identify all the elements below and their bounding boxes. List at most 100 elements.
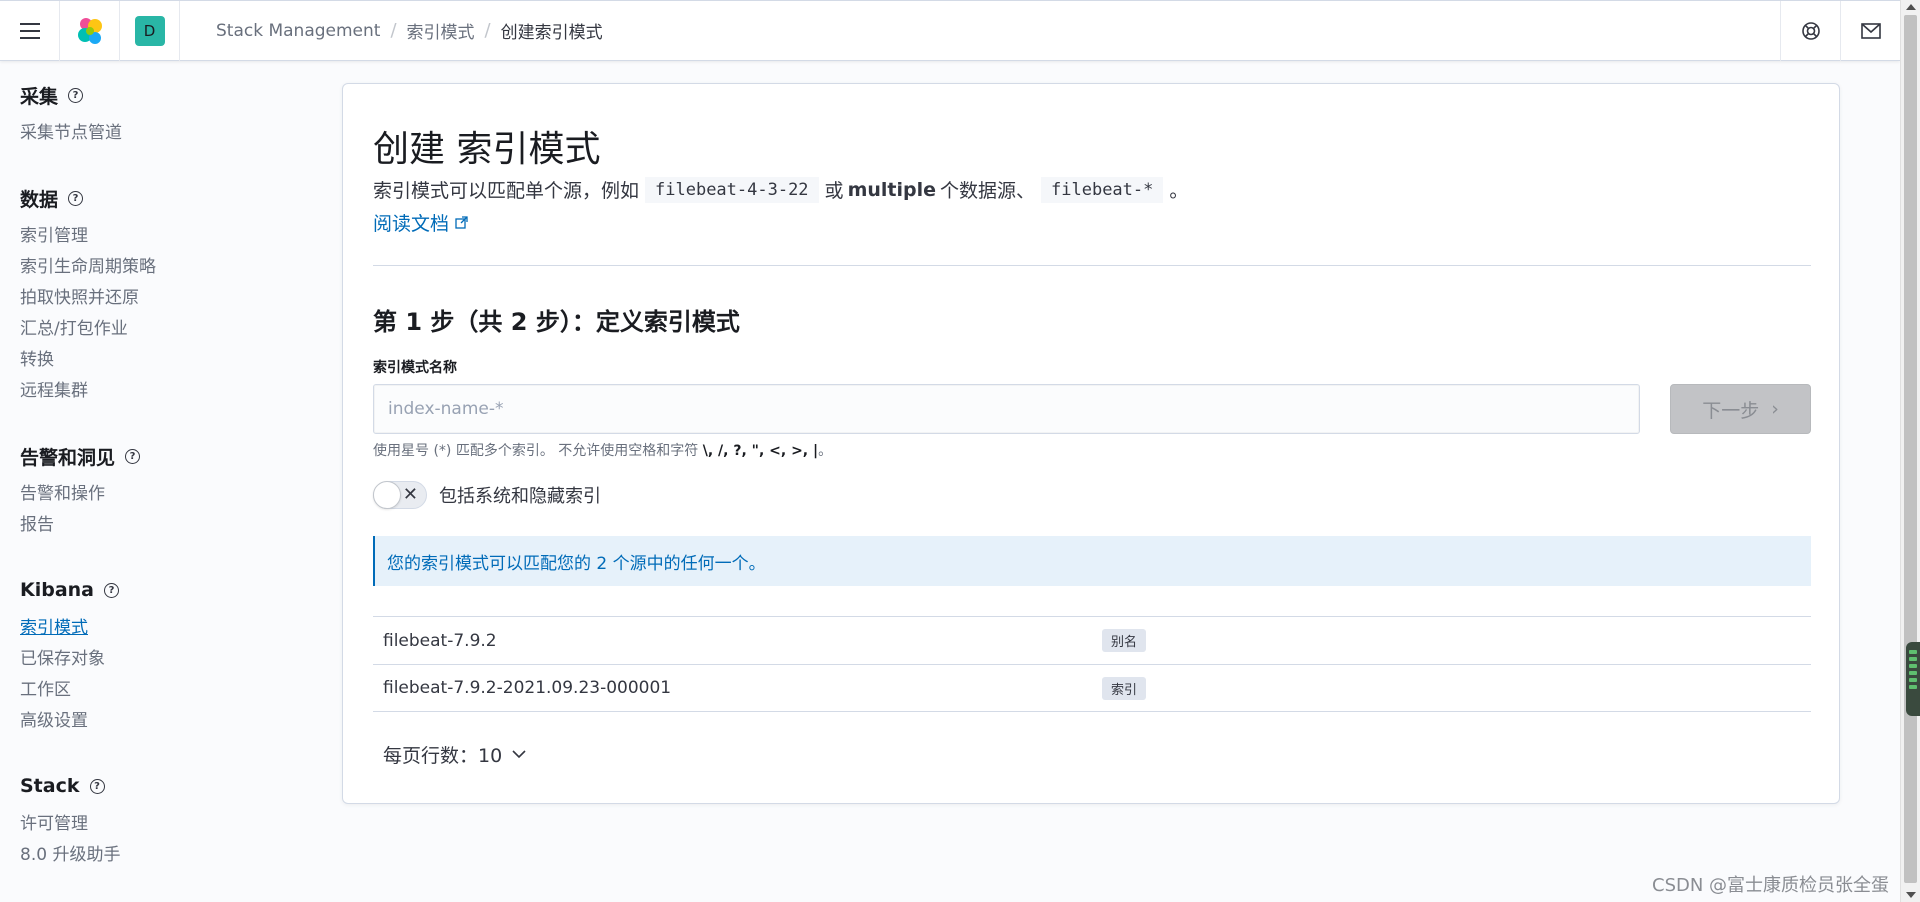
sidebar-item-upgrade-assistant[interactable]: 8.0 升级助手 [20,840,320,871]
include-hidden-toggle[interactable]: ✕ [373,481,427,509]
description-text: 或 [824,180,844,202]
sidebar-item-index-patterns[interactable]: 索引模式 [20,613,320,644]
side-status-widget[interactable] [1906,642,1920,716]
description-text: 个数据源、 [940,180,1036,202]
nav-group-alerts-insights: 告警和洞见? 告警和操作 报告 [20,441,320,541]
top-header: D Stack Management / 索引模式 / 创建索引模式 [0,0,1900,61]
external-link-icon [455,216,468,229]
include-hidden-toggle-row: ✕ 包括系统和隐藏索引 [373,481,601,509]
help-lifebuoy-icon [1801,22,1820,40]
sidebar-item-advanced-settings[interactable]: 高级设置 [20,706,320,737]
mail-icon [1860,23,1881,39]
space-avatar: D [134,15,165,46]
sidebar-item-remote-clusters[interactable]: 远程集群 [20,376,320,407]
sources-table: filebeat-7.9.2 别名 filebeat-7.9.2-2021.09… [373,616,1811,712]
nav-group-title: 采集 [20,85,59,108]
nav-group-title: 数据 [20,188,59,211]
nav-group-title: 告警和洞见 [20,446,116,469]
sidebar-item-ilm-policies[interactable]: 索引生命周期策略 [20,252,320,283]
table-row: filebeat-7.9.2 别名 [373,616,1811,664]
sidebar-item-index-management[interactable]: 索引管理 [20,221,320,252]
help-text-forbidden-chars: \, /, ?, ", <, >, | [702,443,819,459]
nav-group-title: Stack [20,775,80,797]
newsfeed-button[interactable] [1840,1,1900,61]
next-step-label: 下一步 [1702,399,1760,422]
source-type-badge: 索引 [1102,676,1147,700]
help-menu-button[interactable] [1780,1,1840,61]
read-docs-label: 阅读文档 [373,213,450,235]
hamburger-menu-icon [19,22,40,39]
breadcrumb: Stack Management / 索引模式 / 创建索引模式 [216,18,603,43]
source-name: filebeat-7.9.2 [383,630,497,651]
create-index-pattern-panel: 创建 索引模式 索引模式可以匹配单个源，例如 filebeat-4-3-22 或… [342,83,1840,804]
question-circle-icon[interactable]: ? [104,582,120,598]
sidebar-item-spaces[interactable]: 工作区 [20,675,320,706]
question-circle-icon[interactable]: ? [68,190,84,206]
status-bar-icon [1909,678,1917,682]
source-type-badge: 别名 [1102,629,1147,652]
sidebar-item-alerts-actions[interactable]: 告警和操作 [20,479,320,510]
sidebar-item-saved-objects[interactable]: 已保存对象 [20,644,320,675]
table-row: filebeat-7.9.2-2021.09.23-000001 索引 [373,664,1811,712]
section-divider [373,265,1811,266]
toggle-knob [373,481,401,509]
scroll-down-arrow-icon[interactable] [1906,892,1916,898]
scroll-up-arrow-icon[interactable] [1906,4,1916,10]
breadcrumb-index-patterns[interactable]: 索引模式 [407,18,475,43]
sidebar-item-license-management[interactable]: 许可管理 [20,809,320,840]
example-code-multiple: filebeat-* [1041,176,1164,203]
nav-group-title: Kibana [20,579,95,601]
sidebar-item-reporting[interactable]: 报告 [20,510,320,541]
chevron-right-icon: › [1771,398,1779,420]
index-pattern-name-input[interactable] [373,384,1640,434]
page-title: 创建 索引模式 [373,129,601,170]
cross-icon: ✕ [402,484,418,505]
nav-group-stack: Stack? 许可管理 8.0 升级助手 [20,771,320,871]
include-hidden-label: 包括系统和隐藏索引 [439,486,601,507]
status-bar-icon [1909,650,1917,654]
page-scrollbar[interactable] [1900,0,1920,902]
scrollbar-thumb[interactable] [1904,15,1917,883]
sidebar-item-transforms[interactable]: 转换 [20,345,320,376]
breadcrumb-separator: / [484,20,491,41]
sidebar-nav: 采集? 采集节点管道 数据? 索引管理 索引生命周期策略 拍取快照并还原 汇总/… [20,80,320,902]
nav-group-kibana: Kibana? 索引模式 已保存对象 工作区 高级设置 [20,575,320,737]
status-bar-icon [1909,657,1917,661]
status-bar-icon [1909,685,1917,689]
next-step-button[interactable]: 下一步 › [1670,384,1811,434]
description-text: 索引模式可以匹配单个源，例如 [373,180,640,202]
question-circle-icon[interactable]: ? [89,778,105,794]
chevron-down-icon [512,750,526,759]
sidebar-item-snapshot-restore[interactable]: 拍取快照并还原 [20,283,320,314]
match-info-callout: 您的索引模式可以匹配您的 2 个源中的任何一个。 [373,536,1811,586]
breadcrumb-stack-management[interactable]: Stack Management [216,21,380,41]
breadcrumb-create-index-pattern: 创建索引模式 [500,23,603,43]
sidebar-item-rollup-jobs[interactable]: 汇总/打包作业 [20,314,320,345]
breadcrumb-separator: / [390,20,397,41]
sidebar-item-ingest-pipelines[interactable]: 采集节点管道 [20,118,320,149]
step-title: 第 1 步（共 2 步）：定义索引模式 [373,308,740,336]
status-bar-icon [1909,671,1917,675]
status-bar-icon [1909,664,1917,668]
nav-group-data: 数据? 索引管理 索引生命周期策略 拍取快照并还原 汇总/打包作业 转换 远程集… [20,183,320,407]
source-name: filebeat-7.9.2-2021.09.23-000001 [383,678,672,698]
menu-button[interactable] [0,0,60,61]
index-pattern-name-label: 索引模式名称 [373,360,457,376]
help-text-suffix: 。 [818,443,833,459]
watermark: CSDN @富士康质检员张全蛋 [1652,875,1890,896]
elastic-logo[interactable] [60,0,120,61]
question-circle-icon[interactable]: ? [68,87,84,103]
example-code-single: filebeat-4-3-22 [645,176,819,203]
help-text-prefix: 使用星号 (*) 匹配多个索引。 不允许使用空格和字符 [373,443,699,459]
nav-group-ingest: 采集? 采集节点管道 [20,80,320,149]
description-bold: multiple [847,178,936,201]
description-text: 。 [1169,180,1189,202]
rows-per-page-label: 每页行数：10 [383,745,503,767]
read-docs-link[interactable]: 阅读文档 [373,209,468,236]
input-help-text: 使用星号 (*) 匹配多个索引。 不允许使用空格和字符 \, /, ?, ", … [373,440,832,460]
question-circle-icon[interactable]: ? [125,448,141,464]
rows-per-page-selector[interactable]: 每页行数：10 [383,741,526,768]
space-selector[interactable]: D [120,0,180,61]
page-description: 索引模式可以匹配单个源，例如 filebeat-4-3-22 或 multipl… [373,176,1188,203]
elastic-logo-icon [77,17,102,44]
